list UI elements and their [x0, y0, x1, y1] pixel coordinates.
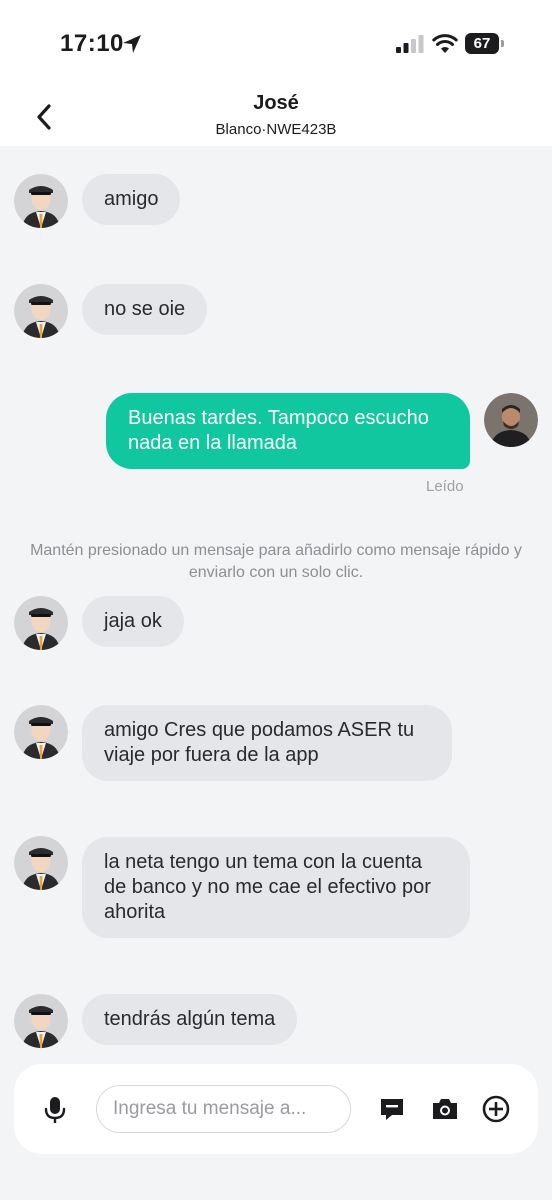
battery-level: 67 [465, 33, 499, 54]
driver-avatar [14, 284, 68, 338]
status-bar: 17:10 67 [0, 0, 552, 88]
battery-tip [501, 40, 504, 47]
message-composer [14, 1064, 538, 1154]
driver-avatar [14, 705, 68, 759]
camera-icon[interactable] [430, 1095, 460, 1123]
outgoing-message[interactable]: Buenas tardes. Tampoco escucho nada en l… [106, 393, 470, 469]
incoming-message[interactable]: la neta tengo un tema con la cuenta de b… [82, 837, 470, 938]
status-time: 17:10 [60, 30, 124, 57]
message-input[interactable] [96, 1085, 351, 1133]
incoming-message[interactable]: amigo [82, 174, 181, 225]
driver-avatar [14, 836, 68, 890]
battery-icon: 67 [465, 33, 505, 54]
incoming-message[interactable]: no se oie [82, 284, 208, 335]
read-receipt: Leído [426, 478, 464, 495]
quick-message-hint: Mantén presionado un mensaje para añadir… [30, 542, 522, 581]
incoming-message[interactable]: jaja ok [82, 596, 184, 647]
incoming-message[interactable]: tendrás algún tema [82, 994, 298, 1045]
driver-avatar [14, 994, 68, 1048]
vehicle-info: Blanco·NWE423B [215, 121, 337, 138]
chat-header: José Blanco·NWE423B [0, 88, 552, 146]
driver-avatar [14, 596, 68, 650]
cellular-signal-icon [396, 35, 424, 53]
driver-avatar [14, 174, 68, 228]
wifi-icon [432, 34, 458, 53]
driver-name: José [253, 92, 299, 114]
quick-reply-icon[interactable] [378, 1095, 406, 1123]
location-arrow-icon [123, 35, 141, 53]
add-circle-icon[interactable] [482, 1095, 510, 1123]
incoming-message[interactable]: amigo Cres que podamos ASER tu viaje por… [82, 705, 452, 781]
microphone-icon[interactable] [40, 1095, 70, 1125]
user-avatar [484, 393, 538, 447]
